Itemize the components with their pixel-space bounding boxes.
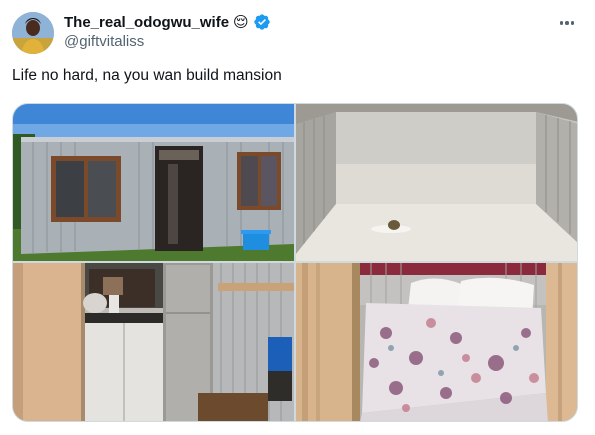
photo-tiled-floor[interactable] [296,104,577,261]
photo-shack-exterior[interactable] [13,104,294,261]
relieved-face-emoji: 😌 [233,13,249,31]
author-display-name[interactable]: The_real_odogwu_wife [64,14,229,31]
author-handle[interactable]: @giftvitaliss [64,33,144,50]
more-dots-icon[interactable] [557,16,577,30]
verified-badge-icon [253,13,271,31]
photo-kitchen[interactable] [13,263,294,421]
avatar[interactable] [12,12,54,54]
media-grid [12,103,578,422]
photo-bedroom[interactable] [296,263,577,421]
tweet-text: Life no hard, na you wan build mansion [12,67,282,84]
author-name-row: The_real_odogwu_wife 😌 [64,12,271,32]
